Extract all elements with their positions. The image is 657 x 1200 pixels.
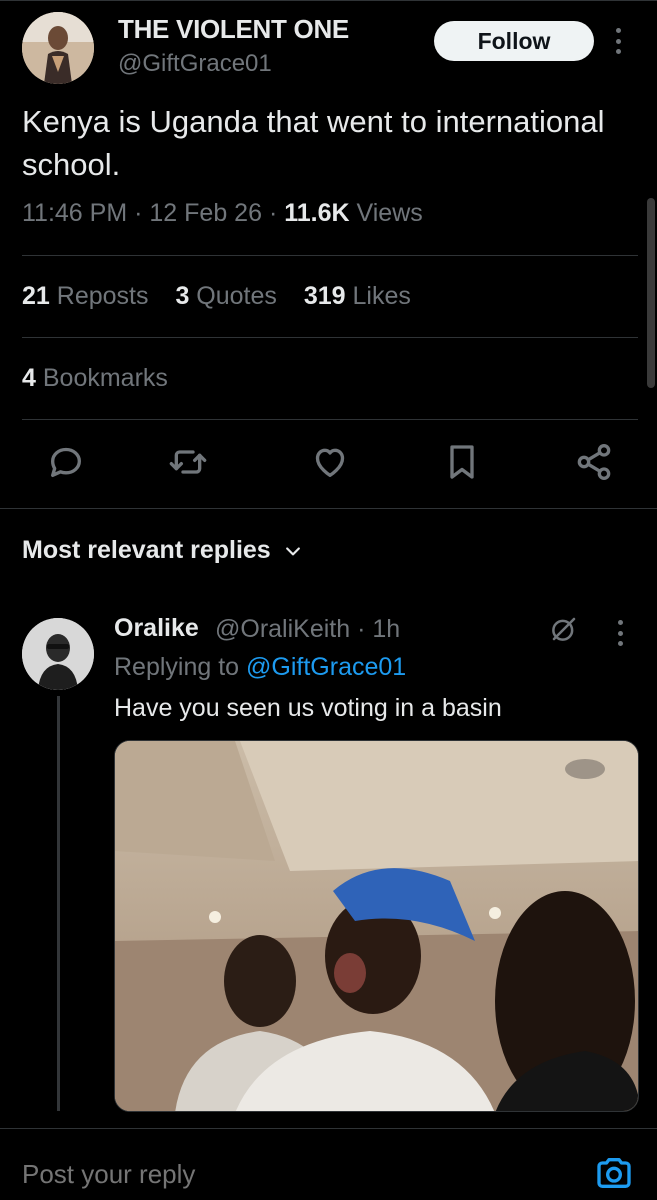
action-bar xyxy=(0,442,657,486)
divider xyxy=(22,337,638,338)
quotes-stat[interactable]: 3 Quotes xyxy=(175,282,283,310)
grok-icon[interactable] xyxy=(549,614,579,644)
chevron-down-icon xyxy=(285,546,300,555)
reply-composer xyxy=(0,1128,657,1200)
author-name[interactable]: THE VIOLENT ONE xyxy=(118,14,349,45)
quotes-label: Quotes xyxy=(196,282,277,310)
reply-author-handle[interactable]: @OraliKeith xyxy=(215,615,350,643)
tweet-date[interactable]: 12 Feb 26 xyxy=(149,199,262,227)
camera-icon[interactable] xyxy=(594,1153,634,1193)
tweet-meta: 11:46 PM · 12 Feb 26 · 11.6K Views xyxy=(22,199,423,227)
reply-author-name[interactable]: Oralike xyxy=(114,614,199,643)
author-handle[interactable]: @GiftGrace01 xyxy=(118,50,272,78)
bookmarks-count: 4 xyxy=(22,364,36,392)
replying-to: Replying to @GiftGrace01 xyxy=(114,653,406,682)
reply-icon[interactable] xyxy=(46,442,86,482)
repost-icon[interactable] xyxy=(168,442,208,482)
quotes-count: 3 xyxy=(175,282,190,310)
tweet-time[interactable]: 11:46 PM xyxy=(22,199,127,227)
reply-handle-time: @OraliKeith · 1h xyxy=(215,615,401,643)
bookmarks-stat[interactable]: 4 Bookmarks xyxy=(22,364,168,393)
replies-sort-dropdown[interactable]: Most relevant replies xyxy=(22,536,303,565)
share-icon[interactable] xyxy=(574,442,614,482)
likes-count: 319 xyxy=(303,282,346,310)
divider xyxy=(22,255,638,256)
views-count: 11.6K xyxy=(284,199,350,227)
top-divider xyxy=(0,0,657,1)
bookmarks-label: Bookmarks xyxy=(42,364,168,392)
reply-avatar[interactable] xyxy=(22,618,94,690)
follow-button[interactable]: Follow xyxy=(434,21,594,61)
engagement-stats: 21 Reposts 3 Quotes 319 Likes xyxy=(22,282,431,311)
likes-stat[interactable]: 319 Likes xyxy=(304,282,411,310)
scrollbar[interactable] xyxy=(647,198,655,388)
tweet-text: Kenya is Uganda that went to internation… xyxy=(22,104,605,182)
reposts-stat[interactable]: 21 Reposts xyxy=(22,282,155,310)
likes-label: Likes xyxy=(352,282,411,310)
thread-line xyxy=(57,696,60,1111)
views-label: Views xyxy=(356,199,423,227)
replies-sort-label: Most relevant replies xyxy=(22,536,271,564)
reply-input[interactable] xyxy=(22,1159,522,1190)
reply-time[interactable]: 1h xyxy=(372,615,400,643)
reply-media-image[interactable] xyxy=(114,740,639,1112)
reposts-label: Reposts xyxy=(56,282,149,310)
reply-text: Have you seen us voting in a basin xyxy=(114,694,502,722)
more-options-icon[interactable] xyxy=(608,24,628,58)
author-avatar[interactable] xyxy=(22,12,94,84)
replying-to-link[interactable]: @GiftGrace01 xyxy=(246,653,406,681)
reply-more-icon[interactable] xyxy=(616,620,624,646)
tweet-header: THE VIOLENT ONE @GiftGrace01 Follow xyxy=(22,12,642,92)
replying-prefix: Replying to xyxy=(114,653,240,681)
reposts-count: 21 xyxy=(22,282,50,310)
reply-item[interactable]: Oralike @OraliKeith · 1h Replying to @Gi… xyxy=(22,610,652,1120)
bookmark-icon[interactable] xyxy=(442,442,482,482)
section-divider xyxy=(0,508,657,509)
divider xyxy=(22,419,638,420)
like-icon[interactable] xyxy=(310,442,350,482)
